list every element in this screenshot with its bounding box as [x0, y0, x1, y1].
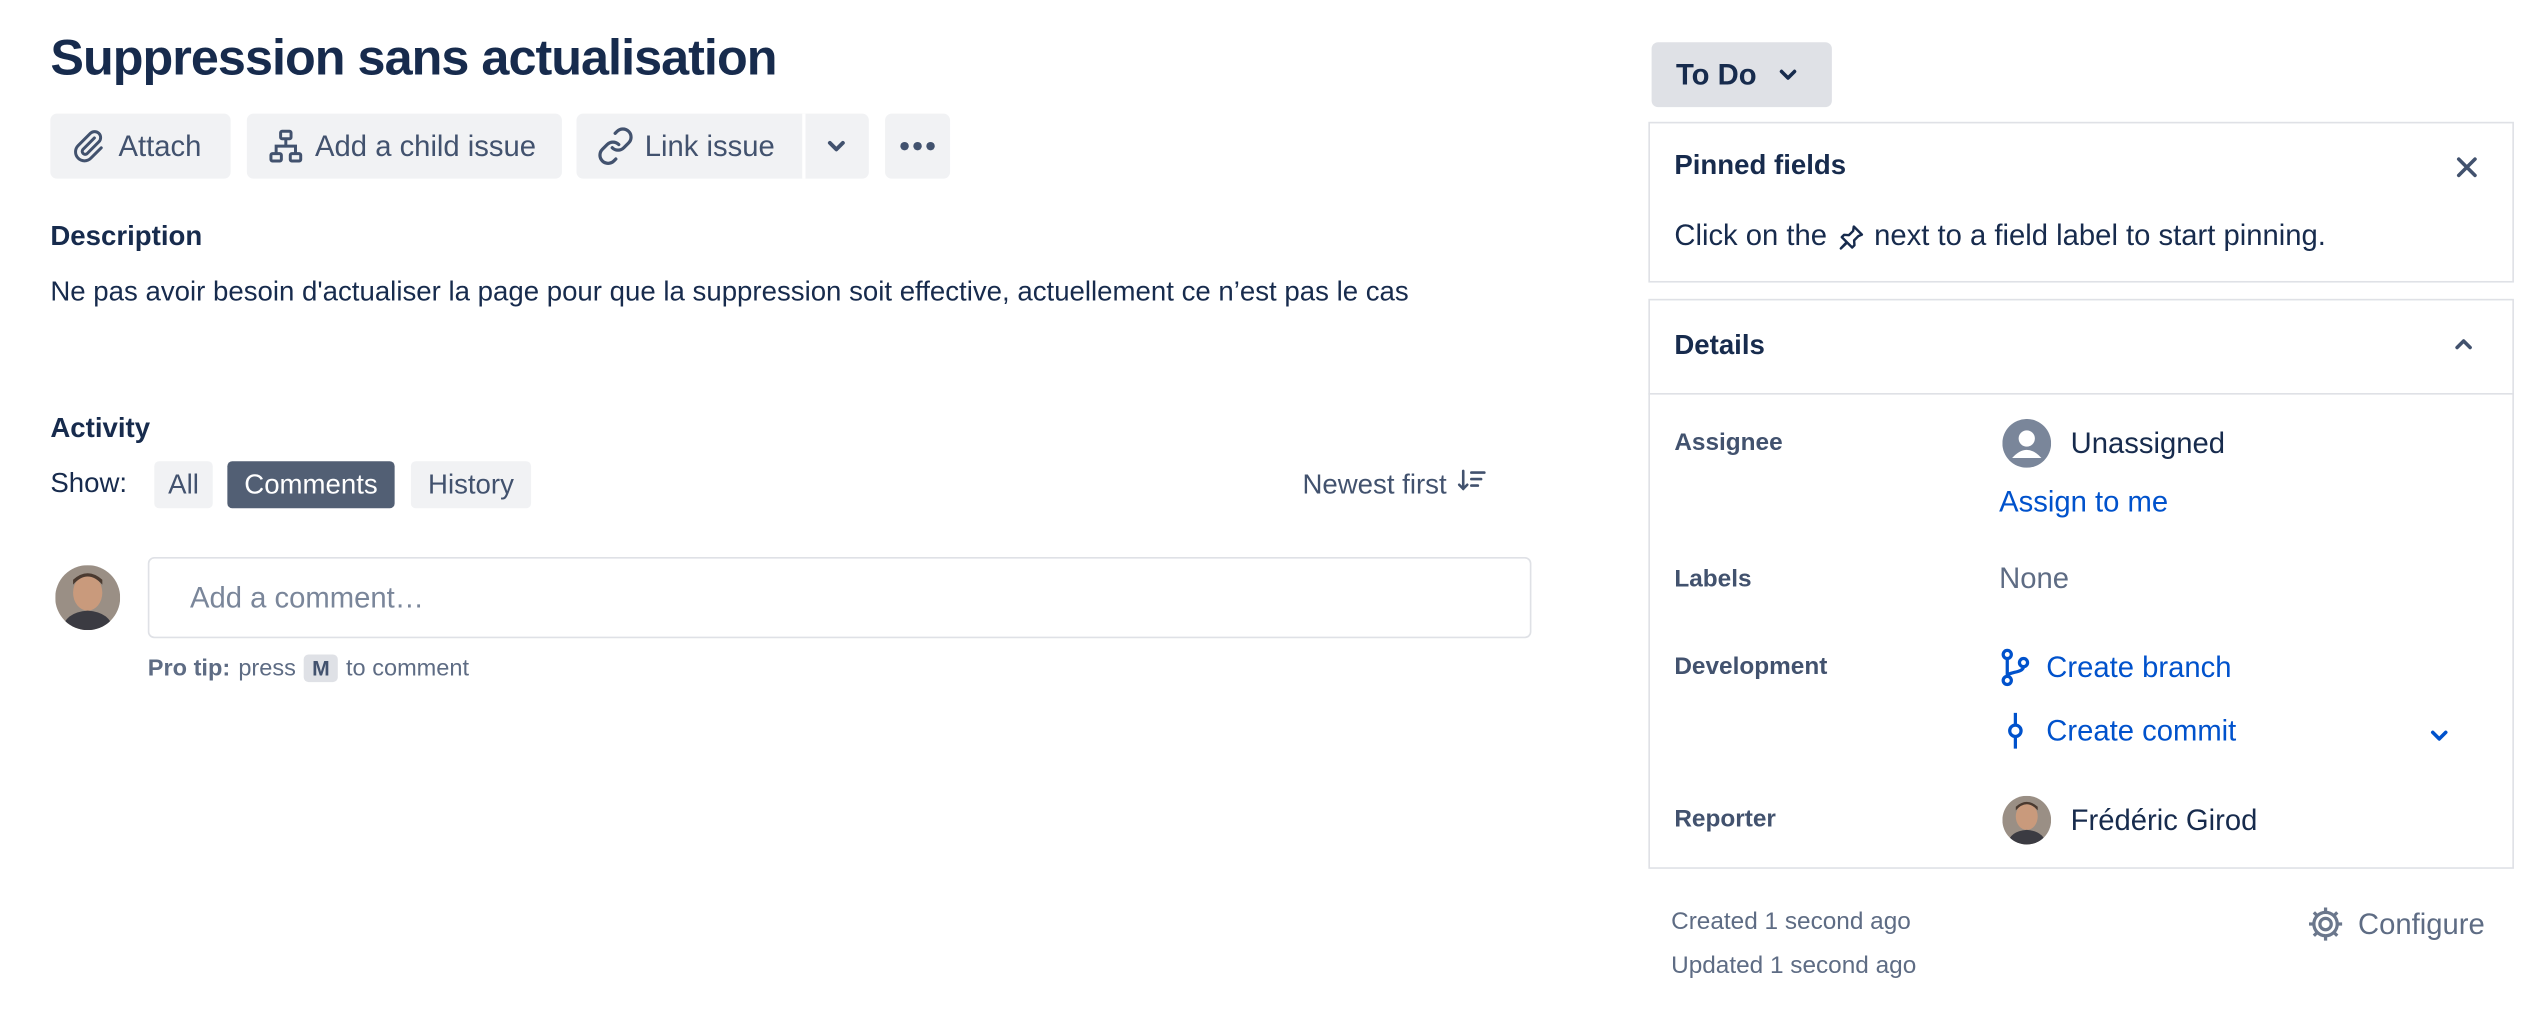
- attach-button[interactable]: Attach: [50, 113, 231, 179]
- create-commit-label: Create commit: [2046, 713, 2237, 747]
- create-branch-link[interactable]: Create branch: [1999, 648, 2232, 687]
- gear-icon: [2306, 905, 2345, 944]
- hierarchy-icon: [268, 128, 304, 164]
- protip-press: press: [238, 655, 296, 682]
- sort-toggle[interactable]: Newest first: [1302, 468, 1486, 502]
- reporter-avatar: [2002, 795, 2052, 845]
- close-pinned-button[interactable]: [2454, 154, 2480, 188]
- more-actions-button[interactable]: [885, 113, 951, 179]
- details-heading: Details: [1674, 329, 1765, 361]
- current-user-avatar: [55, 565, 121, 631]
- development-expand-button[interactable]: [2428, 723, 2451, 752]
- pin-icon: [1837, 222, 1866, 251]
- pinned-fields-heading: Pinned fields: [1674, 149, 1847, 181]
- create-commit-link[interactable]: Create commit: [1999, 711, 2236, 750]
- activity-heading: Activity: [50, 412, 151, 444]
- issue-view: Suppression sans actualisation Attach Ad…: [0, 0, 2540, 1023]
- branch-icon: [1999, 648, 2031, 687]
- labels-value[interactable]: None: [1999, 562, 2069, 596]
- chevron-up-icon: [2451, 335, 2477, 363]
- keyboard-shortcut: M: [304, 654, 338, 683]
- description-text[interactable]: Ne pas avoir besoin d'actualiser la page…: [50, 276, 1408, 308]
- configure-button[interactable]: Configure: [2306, 905, 2485, 944]
- development-label: Development: [1674, 652, 1828, 681]
- created-timestamp: Created 1 second ago: [1671, 907, 1911, 936]
- link-issue-dropdown[interactable]: [820, 133, 852, 167]
- create-branch-label: Create branch: [2046, 650, 2232, 683]
- assign-to-me-link[interactable]: Assign to me: [1999, 486, 2168, 520]
- chevron-down-icon: [1776, 67, 1799, 83]
- chevron-down-icon: [820, 138, 852, 166]
- reporter-value[interactable]: Frédéric Girod: [2071, 804, 2258, 838]
- details-divider: [1648, 393, 2514, 395]
- unassigned-avatar-icon: [2002, 418, 2052, 476]
- protip-label: Pro tip:: [147, 655, 231, 682]
- button-divider: [802, 113, 806, 179]
- link-icon: [596, 127, 635, 166]
- chevron-down-icon: [2428, 723, 2451, 751]
- commit-icon: [1999, 711, 2031, 750]
- sort-label: Newest first: [1302, 468, 1447, 500]
- pinned-hint: Click on the next to a field label to st…: [1674, 219, 2326, 253]
- attach-label: Attach: [118, 129, 202, 162]
- pro-tip: Pro tip: press M to comment: [147, 654, 470, 683]
- protip-suffix: to comment: [346, 655, 470, 682]
- add-child-issue-button[interactable]: Add a child issue: [246, 113, 562, 179]
- labels-label: Labels: [1674, 565, 1752, 593]
- pinned-hint-after: next to a field label to start pinning.: [1874, 219, 2326, 252]
- collapse-details-button[interactable]: [2451, 333, 2477, 364]
- more-icon: [898, 140, 937, 153]
- comment-input[interactable]: Add a comment…: [147, 557, 1532, 639]
- assignee-value[interactable]: Unassigned: [2071, 427, 2225, 461]
- details-panel: [1648, 298, 2514, 869]
- issue-title[interactable]: Suppression sans actualisation: [50, 29, 777, 87]
- paperclip-icon: [70, 128, 106, 164]
- close-icon: [2454, 157, 2480, 187]
- updated-timestamp: Updated 1 second ago: [1671, 951, 1917, 980]
- assignee-label: Assignee: [1674, 428, 1783, 457]
- sort-descending-icon: [1456, 468, 1486, 502]
- show-label: Show:: [50, 467, 128, 499]
- filter-all[interactable]: All: [154, 461, 213, 509]
- pinned-hint-before: Click on the: [1674, 219, 1828, 252]
- configure-label: Configure: [2358, 907, 2485, 940]
- pinned-fields-panel: [1648, 121, 2514, 283]
- reporter-label: Reporter: [1674, 805, 1776, 834]
- status-label: To Do: [1675, 57, 1757, 91]
- filter-history[interactable]: History: [410, 461, 532, 509]
- link-issue-label: Link issue: [644, 129, 775, 162]
- add-child-issue-label: Add a child issue: [315, 129, 537, 162]
- filter-comments[interactable]: Comments: [227, 461, 395, 509]
- comment-placeholder: Add a comment…: [190, 580, 424, 614]
- description-heading: Description: [50, 220, 203, 252]
- status-dropdown[interactable]: To Do: [1651, 42, 1832, 108]
